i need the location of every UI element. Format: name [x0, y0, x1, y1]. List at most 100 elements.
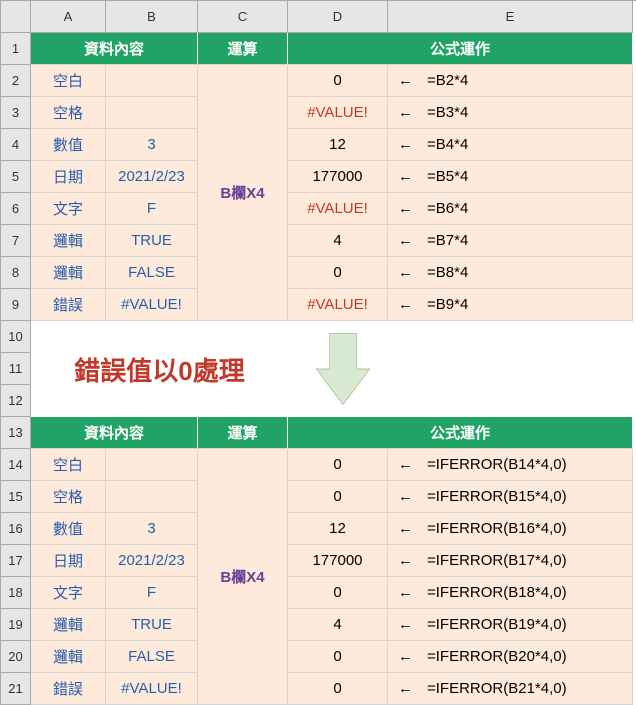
- cell-b[interactable]: 2021/2/23: [106, 161, 198, 193]
- cell-e[interactable]: ←=B8*4: [388, 257, 633, 289]
- cell-b[interactable]: [106, 97, 198, 129]
- cell-d[interactable]: 4: [288, 225, 388, 257]
- cell-a[interactable]: 日期: [31, 161, 106, 193]
- row-header[interactable]: 21: [1, 673, 31, 705]
- row-header[interactable]: 3: [1, 97, 31, 129]
- row-header[interactable]: 14: [1, 449, 31, 481]
- cell-e[interactable]: ←=B7*4: [388, 225, 633, 257]
- cell-b[interactable]: #VALUE!: [106, 289, 198, 321]
- cell-e[interactable]: ←=B2*4: [388, 65, 633, 97]
- cell-e[interactable]: ←=B3*4: [388, 97, 633, 129]
- cell-a[interactable]: 邏輯: [31, 641, 106, 673]
- cell-e[interactable]: ←=B6*4: [388, 193, 633, 225]
- op-label: B欄X4: [198, 65, 288, 321]
- cell-a[interactable]: 邏輯: [31, 257, 106, 289]
- cell-d[interactable]: 0: [288, 641, 388, 673]
- cell-a[interactable]: 日期: [31, 545, 106, 577]
- spreadsheet-grid: ABCDE1資料內容運算公式運作2空白B欄X40←=B2*43空格#VALUE!…: [0, 0, 636, 705]
- row-header[interactable]: 13: [1, 417, 31, 449]
- cell-d[interactable]: #VALUE!: [288, 289, 388, 321]
- cell-d[interactable]: 0: [288, 257, 388, 289]
- row-header[interactable]: 4: [1, 129, 31, 161]
- cell-b[interactable]: F: [106, 577, 198, 609]
- cell-d[interactable]: 0: [288, 449, 388, 481]
- header-operation-2: 運算: [198, 417, 288, 449]
- row-header[interactable]: 7: [1, 225, 31, 257]
- cell-a[interactable]: 邏輯: [31, 225, 106, 257]
- header-formula: 公式運作: [288, 33, 633, 65]
- header-data-content: 資料內容: [31, 33, 198, 65]
- cell-b[interactable]: #VALUE!: [106, 673, 198, 705]
- cell-e[interactable]: ←=B9*4: [388, 289, 633, 321]
- cell-a[interactable]: 文字: [31, 577, 106, 609]
- cell-a[interactable]: 錯誤: [31, 673, 106, 705]
- col-header-C[interactable]: C: [198, 1, 288, 33]
- col-header-A[interactable]: A: [31, 1, 106, 33]
- error-message: 錯誤值以0處理: [31, 321, 288, 417]
- cell-d[interactable]: #VALUE!: [288, 193, 388, 225]
- cell-b[interactable]: TRUE: [106, 609, 198, 641]
- cell-a[interactable]: 數值: [31, 513, 106, 545]
- cell-b[interactable]: 3: [106, 513, 198, 545]
- cell-e[interactable]: ←=IFERROR(B18*4,0): [388, 577, 633, 609]
- row-header[interactable]: 19: [1, 609, 31, 641]
- down-arrow-icon: [288, 321, 633, 417]
- cell-e[interactable]: ←=IFERROR(B21*4,0): [388, 673, 633, 705]
- cell-b[interactable]: [106, 481, 198, 513]
- row-header[interactable]: 12: [1, 385, 31, 417]
- row-header[interactable]: 1: [1, 33, 31, 65]
- row-header[interactable]: 2: [1, 65, 31, 97]
- cell-d[interactable]: 4: [288, 609, 388, 641]
- cell-e[interactable]: ←=IFERROR(B17*4,0): [388, 545, 633, 577]
- cell-e[interactable]: ←=IFERROR(B15*4,0): [388, 481, 633, 513]
- row-header[interactable]: 10: [1, 321, 31, 353]
- col-header-B[interactable]: B: [106, 1, 198, 33]
- row-header[interactable]: 16: [1, 513, 31, 545]
- cell-d[interactable]: 177000: [288, 161, 388, 193]
- row-header[interactable]: 11: [1, 353, 31, 385]
- row-header[interactable]: 8: [1, 257, 31, 289]
- cell-d[interactable]: 177000: [288, 545, 388, 577]
- cell-b[interactable]: FALSE: [106, 641, 198, 673]
- cell-d[interactable]: 12: [288, 129, 388, 161]
- col-header-D[interactable]: D: [288, 1, 388, 33]
- corner-cell: [1, 1, 31, 33]
- cell-d[interactable]: #VALUE!: [288, 97, 388, 129]
- row-header[interactable]: 20: [1, 641, 31, 673]
- cell-b[interactable]: [106, 65, 198, 97]
- cell-a[interactable]: 數值: [31, 129, 106, 161]
- cell-b[interactable]: 3: [106, 129, 198, 161]
- cell-b[interactable]: F: [106, 193, 198, 225]
- cell-a[interactable]: 空格: [31, 481, 106, 513]
- cell-d[interactable]: 0: [288, 673, 388, 705]
- cell-a[interactable]: 錯誤: [31, 289, 106, 321]
- cell-e[interactable]: ←=IFERROR(B20*4,0): [388, 641, 633, 673]
- cell-e[interactable]: ←=IFERROR(B19*4,0): [388, 609, 633, 641]
- cell-a[interactable]: 空白: [31, 449, 106, 481]
- col-header-E[interactable]: E: [388, 1, 633, 33]
- row-header[interactable]: 17: [1, 545, 31, 577]
- cell-e[interactable]: ←=IFERROR(B14*4,0): [388, 449, 633, 481]
- cell-e[interactable]: ←=B5*4: [388, 161, 633, 193]
- row-header[interactable]: 15: [1, 481, 31, 513]
- cell-a[interactable]: 邏輯: [31, 609, 106, 641]
- cell-b[interactable]: FALSE: [106, 257, 198, 289]
- cell-d[interactable]: 12: [288, 513, 388, 545]
- row-header[interactable]: 18: [1, 577, 31, 609]
- cell-e[interactable]: ←=B4*4: [388, 129, 633, 161]
- cell-b[interactable]: TRUE: [106, 225, 198, 257]
- cell-d[interactable]: 0: [288, 481, 388, 513]
- cell-d[interactable]: 0: [288, 577, 388, 609]
- cell-b[interactable]: 2021/2/23: [106, 545, 198, 577]
- row-header[interactable]: 5: [1, 161, 31, 193]
- cell-a[interactable]: 空格: [31, 97, 106, 129]
- cell-a[interactable]: 文字: [31, 193, 106, 225]
- row-header[interactable]: 6: [1, 193, 31, 225]
- cell-a[interactable]: 空白: [31, 65, 106, 97]
- cell-e[interactable]: ←=IFERROR(B16*4,0): [388, 513, 633, 545]
- header-data-content-2: 資料內容: [31, 417, 198, 449]
- header-operation: 運算: [198, 33, 288, 65]
- row-header[interactable]: 9: [1, 289, 31, 321]
- cell-d[interactable]: 0: [288, 65, 388, 97]
- cell-b[interactable]: [106, 449, 198, 481]
